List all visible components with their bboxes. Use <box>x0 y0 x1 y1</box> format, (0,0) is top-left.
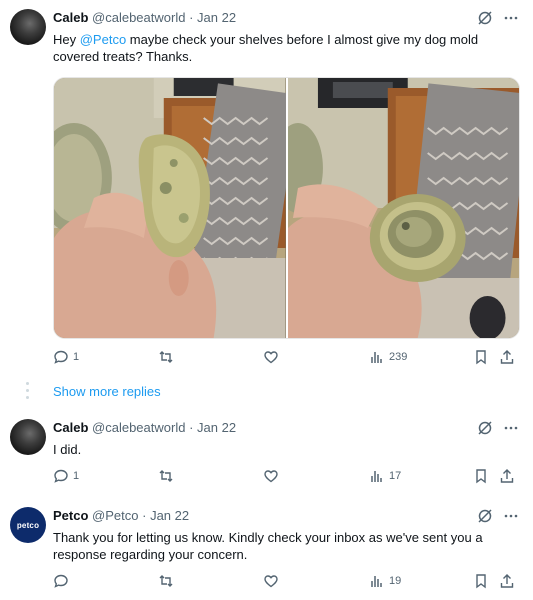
reply-button[interactable]: 1 <box>53 468 79 484</box>
tweet-media[interactable] <box>53 77 520 339</box>
retweet-button[interactable] <box>158 573 178 589</box>
bookmark-icon <box>476 350 486 365</box>
mention-link[interactable]: @Petco <box>80 32 126 47</box>
more-icon[interactable] <box>503 508 519 524</box>
reply-icon <box>54 350 68 364</box>
tweet-tools <box>477 10 519 26</box>
views-button[interactable]: 17 <box>369 468 401 484</box>
author-handle[interactable]: @Petco <box>92 508 138 523</box>
like-button[interactable] <box>263 573 283 589</box>
avatar[interactable] <box>10 9 46 45</box>
tweet-text: Hey @Petco maybe check your shelves befo… <box>53 31 513 65</box>
avatar[interactable] <box>10 419 46 455</box>
tweet-header: Caleb @calebeatworld · Jan 22 <box>53 10 236 28</box>
reply-button[interactable] <box>53 573 73 589</box>
avatar[interactable]: petco <box>10 507 46 543</box>
retweet-icon <box>159 575 173 587</box>
bookmark-icon <box>476 469 486 484</box>
share-button[interactable] <box>499 468 515 484</box>
tweet-text: Thank you for letting us know. Kindly ch… <box>53 530 483 562</box>
tweet-1[interactable]: Caleb @calebeatworld · Jan 22 Hey @Petco… <box>0 0 533 380</box>
views-button[interactable]: 19 <box>369 573 401 589</box>
tweet-photo-1[interactable] <box>54 78 286 338</box>
tweet-actions: 19 <box>53 573 518 591</box>
bookmark-button[interactable] <box>473 468 489 484</box>
share-icon <box>500 469 514 483</box>
more-icon[interactable] <box>503 420 519 436</box>
separator-dot: · <box>189 10 194 25</box>
tweet-tools <box>477 508 519 524</box>
tweet-actions: 1 17 <box>53 468 518 486</box>
petco-logo: petco <box>16 520 40 530</box>
author-name[interactable]: Petco <box>53 508 88 523</box>
grok-icon[interactable] <box>477 508 493 524</box>
reply-icon <box>54 469 68 483</box>
reply-button[interactable]: 1 <box>53 349 79 365</box>
share-icon <box>500 574 514 588</box>
tweet-2[interactable]: Caleb @calebeatworld · Jan 22 I did. 1 1… <box>0 410 533 500</box>
tweet-text: I did. <box>53 442 82 457</box>
separator-dot: · <box>142 508 147 523</box>
share-button[interactable] <box>499 573 515 589</box>
share-button[interactable] <box>499 349 515 365</box>
show-more-replies-link[interactable]: Show more replies <box>53 384 161 399</box>
tweet-text-part: Hey <box>53 32 80 47</box>
tweet-date[interactable]: Jan 22 <box>197 10 236 25</box>
tweet-3[interactable]: petco Petco @Petco · Jan 22 Thank you fo… <box>0 498 533 600</box>
like-icon <box>264 575 278 588</box>
author-handle[interactable]: @calebeatworld <box>92 10 185 25</box>
like-icon <box>264 351 278 364</box>
more-icon[interactable] <box>503 10 519 26</box>
reply-count: 1 <box>73 351 80 363</box>
retweet-icon <box>159 470 173 482</box>
views-count: 239 <box>389 351 408 363</box>
tweet-header: Petco @Petco · Jan 22 <box>53 508 189 526</box>
thread-dots <box>26 382 29 403</box>
grok-icon[interactable] <box>477 10 493 26</box>
like-icon <box>264 470 278 483</box>
reply-count: 1 <box>73 470 80 482</box>
views-icon <box>371 471 382 482</box>
tweet-photo-2[interactable] <box>287 78 519 338</box>
like-button[interactable] <box>263 349 283 365</box>
views-count: 19 <box>389 575 402 587</box>
retweet-button[interactable] <box>158 349 178 365</box>
bookmark-button[interactable] <box>473 349 489 365</box>
reply-icon <box>54 574 68 588</box>
author-name[interactable]: Caleb <box>53 420 88 435</box>
tweet-date[interactable]: Jan 22 <box>150 508 189 523</box>
retweet-icon <box>159 351 173 363</box>
separator-dot: · <box>189 420 194 435</box>
tweet-actions: 1 239 <box>53 349 518 367</box>
tweet-header: Caleb @calebeatworld · Jan 22 <box>53 420 236 438</box>
like-button[interactable] <box>263 468 283 484</box>
views-count: 17 <box>389 470 402 482</box>
bookmark-icon <box>476 574 486 589</box>
author-handle[interactable]: @calebeatworld <box>92 420 185 435</box>
share-icon <box>500 350 514 364</box>
bookmark-button[interactable] <box>473 573 489 589</box>
tweet-tools <box>477 420 519 436</box>
views-button[interactable]: 239 <box>369 349 407 365</box>
views-icon <box>371 352 382 363</box>
tweet-date[interactable]: Jan 22 <box>197 420 236 435</box>
author-name[interactable]: Caleb <box>53 10 88 25</box>
views-icon <box>371 576 382 587</box>
grok-icon[interactable] <box>477 420 493 436</box>
retweet-button[interactable] <box>158 468 178 484</box>
